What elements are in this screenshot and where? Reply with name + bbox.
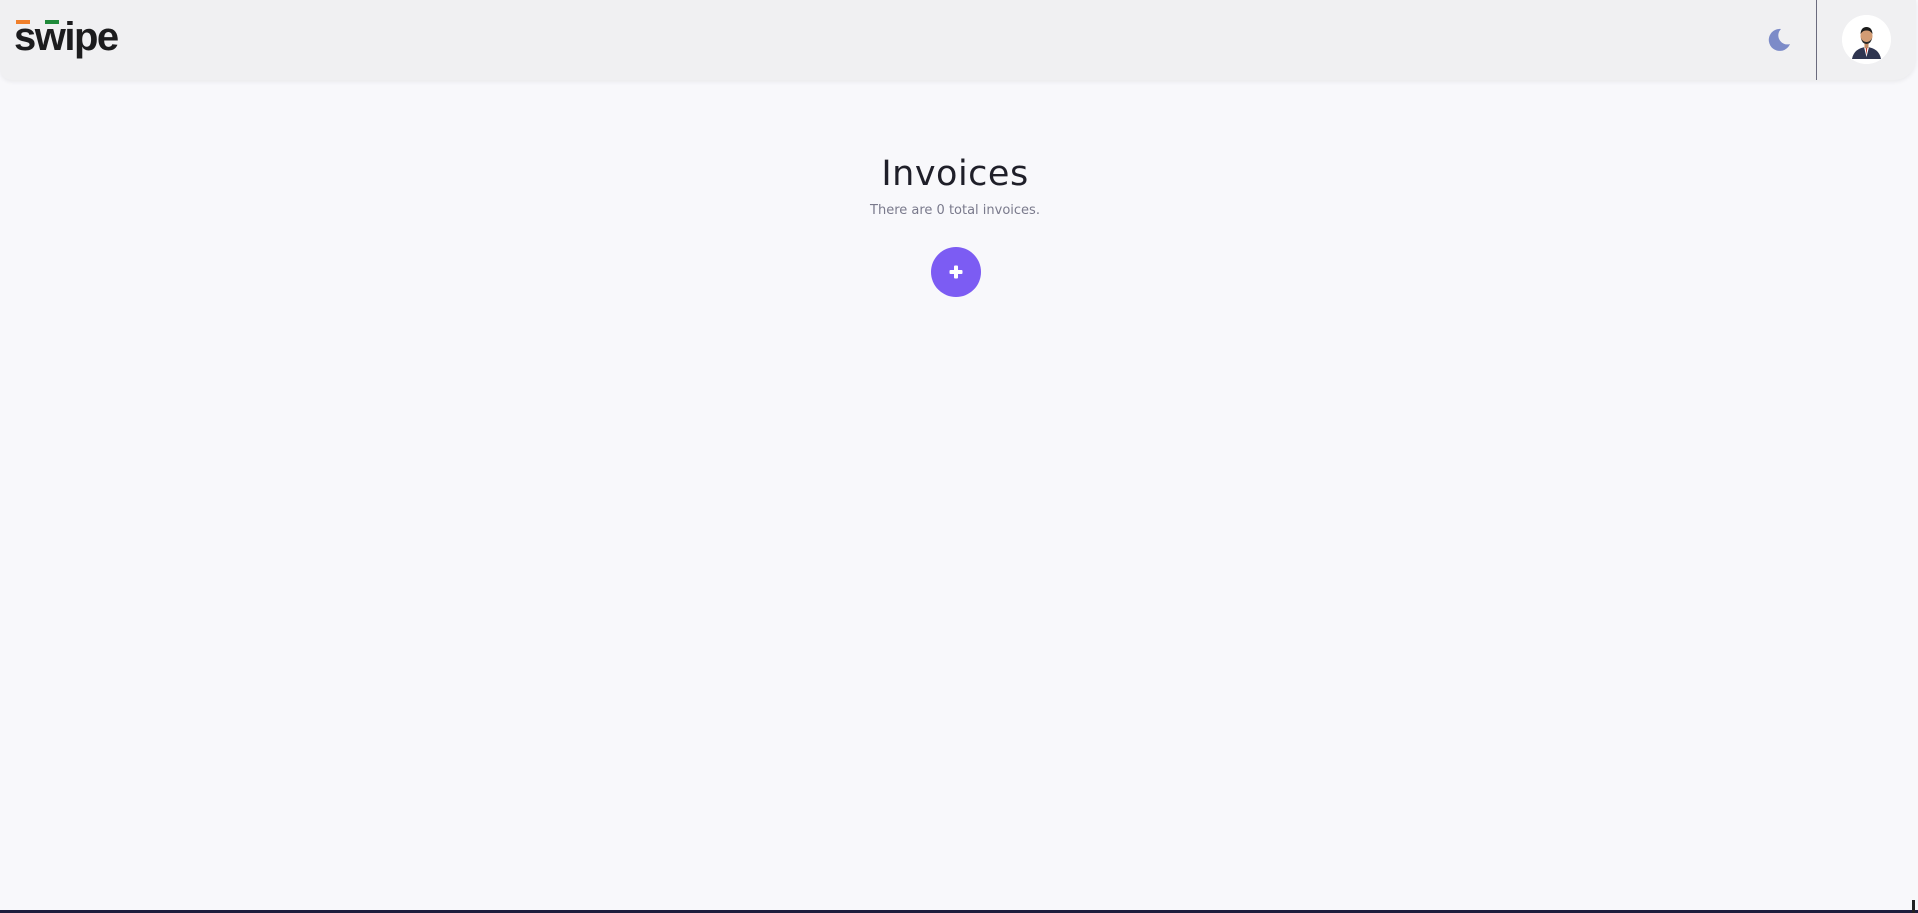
user-avatar-button[interactable] [1842,15,1891,64]
add-invoice-button[interactable] [931,247,981,297]
header-divider [1816,0,1817,80]
plus-icon [949,265,963,279]
invoice-count-text: There are 0 total invoices. [870,203,1040,218]
swipe-logo[interactable]: swipe [14,14,124,60]
logo-text: swipe [14,15,119,59]
moon-icon [1768,28,1790,51]
resize-corner [1912,900,1915,913]
theme-toggle-button[interactable] [1763,25,1793,55]
user-avatar-icon [1842,15,1891,64]
invoices-section: Invoices There are 0 total invoices. [0,150,1910,220]
page-title: Invoices [881,154,1029,194]
top-navbar: swipe [0,0,1916,80]
